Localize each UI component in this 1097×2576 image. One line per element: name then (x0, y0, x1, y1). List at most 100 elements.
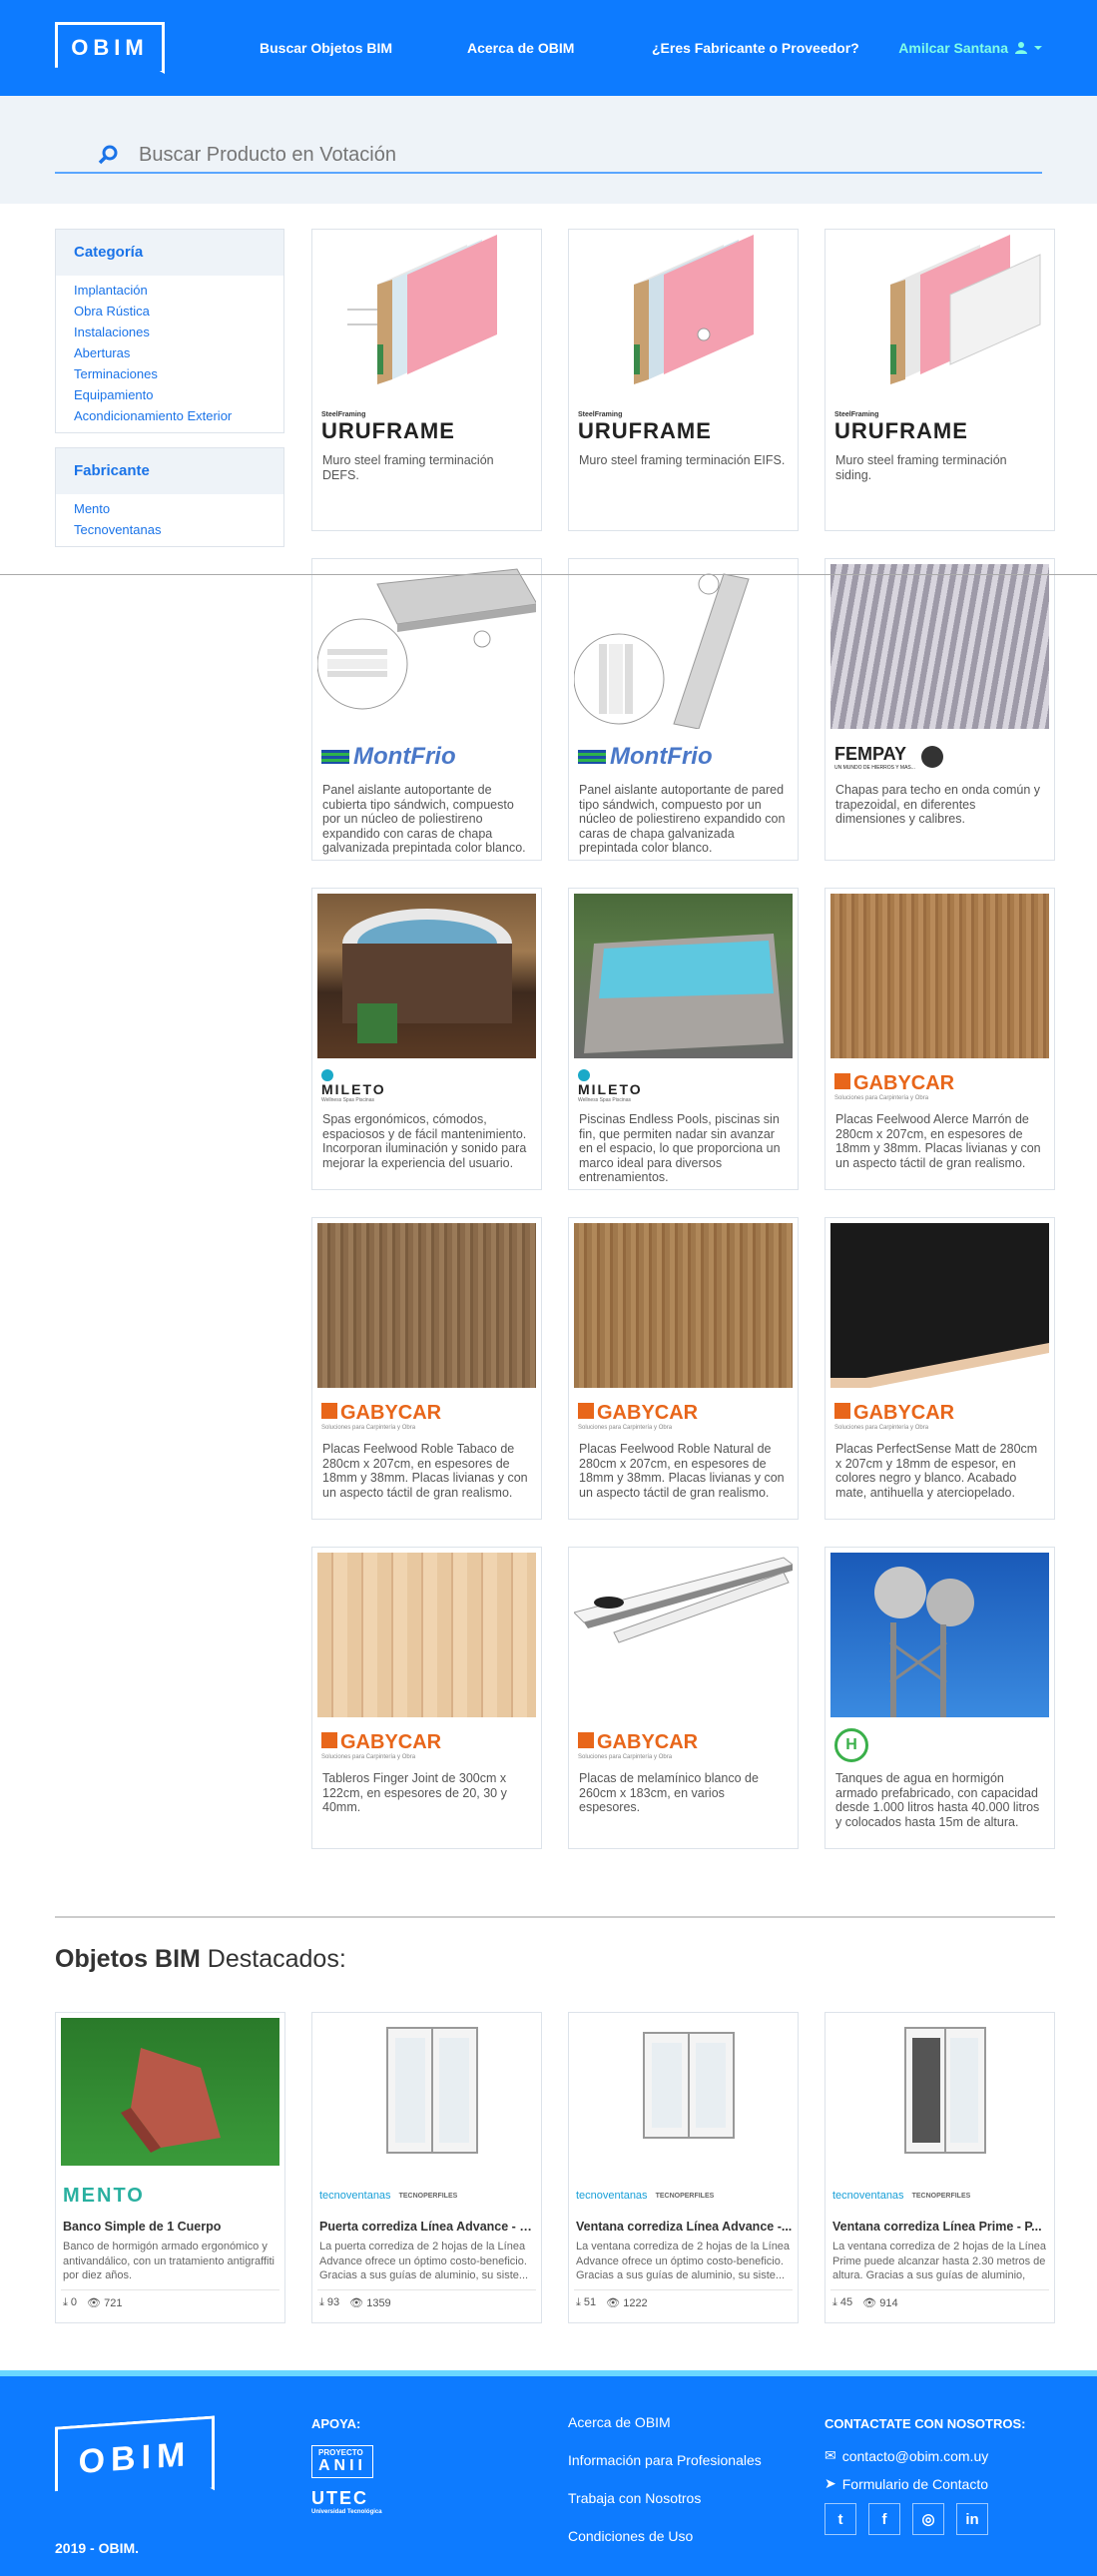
product-card[interactable]: SteelFraming URUFRAME Muro steel framing … (311, 229, 542, 531)
contact-email[interactable]: ✉ contacto@obim.com.uy (824, 2447, 1026, 2464)
featured-card[interactable]: MENTO Banco Simple de 1 Cuerpo Banco de … (55, 2012, 285, 2323)
eye-icon: 👁 914 (862, 2297, 898, 2309)
featured-image[interactable] (61, 2018, 279, 2166)
brand-logo-uruframe: SteelFraming URUFRAME (834, 410, 968, 443)
featured-title-text[interactable]: Ventana corrediza Línea Advance -... (574, 2220, 793, 2234)
download-icon: ⤓ 93 (319, 2296, 340, 2308)
product-image[interactable] (574, 1553, 793, 1717)
product-card[interactable]: FEMPAY UN MUNDO DE HIERROS Y MAS... Chapa… (824, 558, 1055, 861)
brand-logo-tecnoventanas: tecnoventanas TECNOPERFILES (832, 2190, 971, 2202)
search-section (0, 96, 1097, 204)
obim-logo[interactable]: OBIM (55, 22, 165, 74)
category-item[interactable]: Implantación (74, 280, 266, 301)
eye-icon: 👁 1359 (349, 2297, 391, 2309)
product-card[interactable]: H Tanques de agua en hormigón armado pre… (824, 1547, 1055, 1849)
nav-fabricante[interactable]: ¿Eres Fabricante o Proveedor? (652, 40, 859, 56)
category-item[interactable]: Acondicionamiento Exterior (74, 405, 266, 426)
product-image[interactable] (317, 894, 536, 1058)
featured-image[interactable] (317, 2018, 536, 2166)
featured-card[interactable]: tecnoventanas TECNOPERFILES Ventana corre… (568, 2012, 799, 2323)
user-icon (1015, 42, 1027, 54)
contact-section: CONTACTATE CON NOSOTROS: ✉ contacto@obim.… (824, 2416, 1026, 2535)
featured-image[interactable] (574, 2018, 793, 2166)
product-card[interactable]: SteelFraming URUFRAME Muro steel framing … (568, 229, 799, 531)
brand-logo-uruframe: SteelFraming URUFRAME (321, 410, 455, 443)
footer-link-profesionales[interactable]: Información para Profesionales (568, 2452, 762, 2468)
category-item[interactable]: Terminaciones (74, 363, 266, 384)
product-description: Muro steel framing terminación EIFS. (579, 453, 786, 467)
product-card[interactable]: GABYCAR Soluciones para Carpintería y Obr… (311, 1217, 542, 1520)
product-card[interactable]: GABYCAR Soluciones para Carpintería y Obr… (824, 1217, 1055, 1520)
user-menu[interactable]: Amilcar Santana (898, 40, 1042, 56)
product-image[interactable] (830, 235, 1049, 399)
product-card[interactable]: SteelFraming URUFRAME Muro steel framing … (824, 229, 1055, 531)
product-description: Panel aislante autoportante de pared tip… (579, 783, 786, 855)
category-item[interactable]: Aberturas (74, 342, 266, 363)
product-description: Muro steel framing terminación siding. (835, 453, 1007, 482)
twitter-icon[interactable]: t (824, 2503, 856, 2535)
featured-title-text[interactable]: Puerta corrediza Línea Advance - P... (317, 2220, 536, 2234)
brand-logo-mento: MENTO (63, 2184, 145, 2207)
product-card[interactable]: MILETO Wellness Spas Piscinas Spas ergonó… (311, 888, 542, 1190)
product-image[interactable] (317, 1553, 536, 1717)
nav-acerca[interactable]: Acerca de OBIM (467, 40, 652, 56)
product-image[interactable] (574, 564, 793, 729)
featured-title-text[interactable]: Banco Simple de 1 Cuerpo (61, 2220, 279, 2234)
search-input[interactable] (139, 143, 937, 167)
site-footer: OBIM 2019 - OBIM. APOYA: PROYECTO ANII UT… (0, 2370, 1097, 2576)
product-card[interactable]: MontFrio Panel aislante autoportante de … (311, 558, 542, 861)
filter-sidebar: Categoría Implantación Obra Rústica Inst… (55, 229, 284, 561)
product-image[interactable] (830, 1223, 1049, 1388)
product-image[interactable] (574, 894, 793, 1058)
footer-logo[interactable]: OBIM (55, 2415, 215, 2501)
social-links: t f ◎ in (824, 2503, 1026, 2535)
product-image[interactable] (830, 894, 1049, 1058)
featured-desc: Banco de hormigón armado ergonómico y an… (63, 2241, 274, 2281)
footer-link-condiciones[interactable]: Condiciones de Uso (568, 2528, 762, 2544)
instagram-icon[interactable]: ◎ (912, 2503, 944, 2535)
product-description: Panel aislante autoportante de cubierta … (322, 783, 526, 855)
download-icon: ⤓ 0 (63, 2296, 78, 2308)
sponsors: APOYA: PROYECTO ANII UTEC Universidad Tecn… (311, 2416, 382, 2515)
user-name[interactable]: Amilcar Santana (898, 40, 1008, 56)
product-image[interactable] (317, 564, 536, 729)
brand-logo-montfrio: MontFrio (574, 737, 793, 777)
nav-buscar-objetos[interactable]: Buscar Objetos BIM (260, 40, 467, 56)
envelope-icon: ✉ (824, 2447, 836, 2463)
product-image[interactable] (574, 1223, 793, 1388)
brand-logo-montfrio: MontFrio (317, 737, 536, 777)
product-image[interactable] (830, 1553, 1049, 1717)
manufacturer-item[interactable]: Tecnoventanas (74, 519, 266, 540)
category-filter-title: Categoría (56, 230, 283, 276)
search-icon[interactable] (97, 144, 119, 166)
category-item[interactable]: Obra Rústica (74, 301, 266, 322)
category-item[interactable]: Equipamiento (74, 384, 266, 405)
footer-link-acerca[interactable]: Acerca de OBIM (568, 2414, 762, 2430)
product-card[interactable]: GABYCAR Soluciones para Carpintería y Obr… (824, 888, 1055, 1190)
product-image[interactable] (317, 235, 536, 399)
product-image[interactable] (317, 1223, 536, 1388)
footer-link-trabaja[interactable]: Trabaja con Nosotros (568, 2490, 762, 2506)
contact-form-link[interactable]: ➤ Formulario de Contacto (824, 2475, 1026, 2492)
product-description: Tableros Finger Joint de 300cm x 122cm, … (322, 1771, 507, 1814)
brand-logo-gabycar: GABYCAR Soluciones para Carpintería y Obr… (578, 1730, 699, 1760)
product-card[interactable]: GABYCAR Soluciones para Carpintería y Obr… (311, 1547, 542, 1849)
product-image[interactable] (830, 564, 1049, 729)
product-image[interactable] (574, 235, 793, 399)
product-description: Tanques de agua en hormigón armado prefa… (835, 1771, 1040, 1829)
product-card[interactable]: GABYCAR Soluciones para Carpintería y Obr… (568, 1217, 799, 1520)
category-item[interactable]: Instalaciones (74, 322, 266, 342)
product-card[interactable]: GABYCAR Soluciones para Carpintería y Obr… (568, 1547, 799, 1849)
product-card[interactable]: MILETO Wellness Spas Piscinas Piscinas En… (568, 888, 799, 1190)
manufacturer-item[interactable]: Mento (74, 498, 266, 519)
utec-logo: UTEC Universidad Tecnológica (311, 2488, 382, 2515)
product-card[interactable]: MontFrio Panel aislante autoportante de … (568, 558, 799, 861)
featured-title-text[interactable]: Ventana corrediza Línea Prime - P... (830, 2220, 1049, 2234)
featured-image[interactable] (830, 2018, 1049, 2166)
featured-card[interactable]: tecnoventanas TECNOPERFILES Ventana corre… (824, 2012, 1055, 2323)
anii-logo: PROYECTO ANII (311, 2445, 373, 2478)
facebook-icon[interactable]: f (868, 2503, 900, 2535)
featured-title: Objetos BIM Destacados: (55, 1945, 346, 1973)
linkedin-icon[interactable]: in (956, 2503, 988, 2535)
featured-card[interactable]: tecnoventanas TECNOPERFILES Puerta corred… (311, 2012, 542, 2323)
